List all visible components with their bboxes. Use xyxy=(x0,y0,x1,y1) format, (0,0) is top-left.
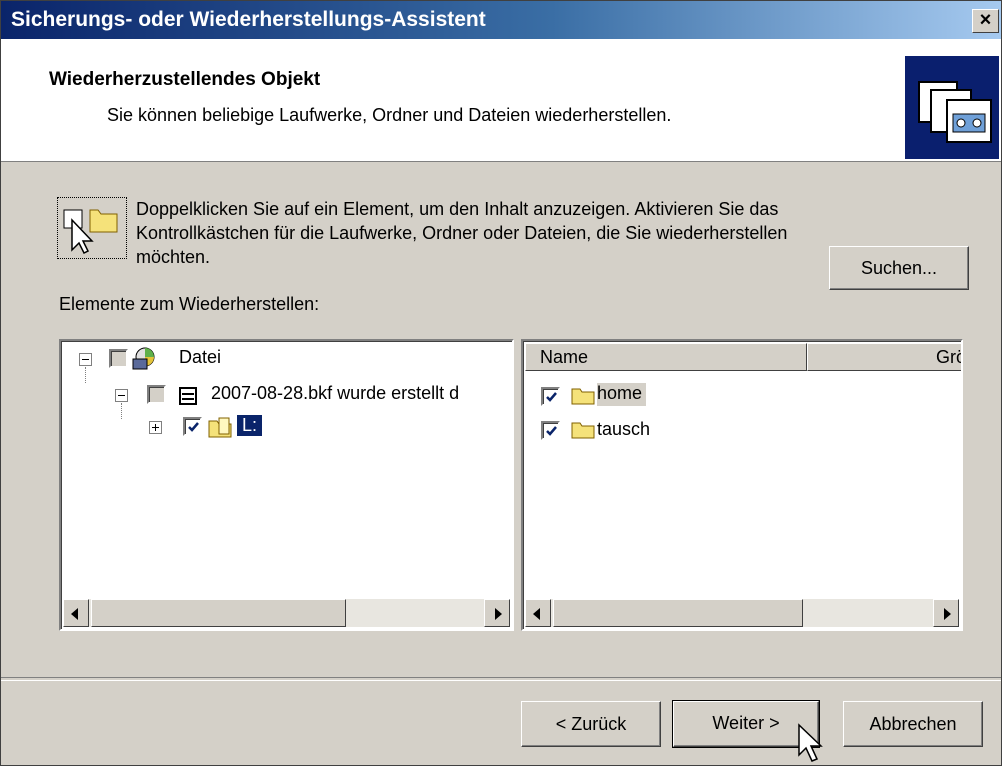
instruction-text: Doppelklicken Sie auf ein Element, um de… xyxy=(136,199,788,267)
list-item-tausch[interactable]: tausch xyxy=(597,419,650,440)
double-click-folder-icon xyxy=(57,197,127,259)
footer-separator xyxy=(1,677,1001,681)
drive-checkbox[interactable] xyxy=(183,417,202,436)
column-header-name[interactable]: Name xyxy=(525,343,807,371)
wizard-header: Wiederherzustellendes Objekt Sie können … xyxy=(1,39,1001,162)
datei-checkbox[interactable] xyxy=(109,349,128,368)
tree-backup-label: 2007-08-28.bkf wurde erstellt d xyxy=(211,383,460,403)
scroll-right-arrow[interactable] xyxy=(484,599,510,627)
column-header-size[interactable]: Grö xyxy=(807,343,961,371)
cancel-button[interactable]: Abbrechen xyxy=(843,701,983,747)
tausch-folder-icon xyxy=(571,422,595,439)
list-item-home[interactable]: home xyxy=(597,383,647,406)
mouse-cursor-icon xyxy=(798,723,823,762)
scroll-left-arrow[interactable] xyxy=(63,599,89,627)
close-button[interactable]: × xyxy=(972,9,999,33)
items-to-restore-label: Elemente zum Wiederherstellen: xyxy=(59,294,320,314)
wizard-window: Sicherungs- oder Wiederherstellungs-Assi… xyxy=(0,0,1002,766)
backup-checkbox[interactable] xyxy=(147,385,166,404)
title-bar: Sicherungs- oder Wiederherstellungs-Assi… xyxy=(1,1,1001,39)
restore-tree[interactable]: Datei 2007-08-28.bkf wurde erstellt d L: xyxy=(59,339,514,631)
scroll-thumb[interactable] xyxy=(553,599,803,627)
scroll-thumb[interactable] xyxy=(91,599,346,627)
home-checkbox[interactable] xyxy=(541,387,560,406)
search-button[interactable]: Suchen... xyxy=(829,246,969,290)
home-folder-icon xyxy=(571,388,595,405)
page-title: Wiederherzustellendes Objekt xyxy=(49,69,321,90)
tree-root-label: Datei xyxy=(179,347,222,367)
scroll-left-arrow[interactable] xyxy=(525,599,551,627)
backup-tapes-icon xyxy=(905,56,999,159)
tree-horizontal-scrollbar[interactable] xyxy=(63,599,510,627)
backup-file-icon xyxy=(179,387,197,405)
tree-drive-label[interactable]: L: xyxy=(237,415,263,436)
page-subtitle: Sie können beliebige Laufwerke, Ordner u… xyxy=(107,105,672,125)
collapse-backup-expander[interactable] xyxy=(115,389,128,402)
collapse-datei-expander[interactable] xyxy=(79,353,92,366)
window-title: Sicherungs- oder Wiederherstellungs-Assi… xyxy=(11,8,486,31)
list-horizontal-scrollbar[interactable] xyxy=(525,599,959,627)
scroll-right-arrow[interactable] xyxy=(933,599,959,627)
restore-list[interactable]: Name Grö home tausch xyxy=(521,339,963,631)
back-button[interactable]: < Zurück xyxy=(521,701,661,747)
expand-drive-expander[interactable] xyxy=(149,421,162,434)
drive-folder-icon xyxy=(208,417,232,438)
tausch-checkbox[interactable] xyxy=(541,421,560,440)
file-backup-icon xyxy=(132,347,155,370)
